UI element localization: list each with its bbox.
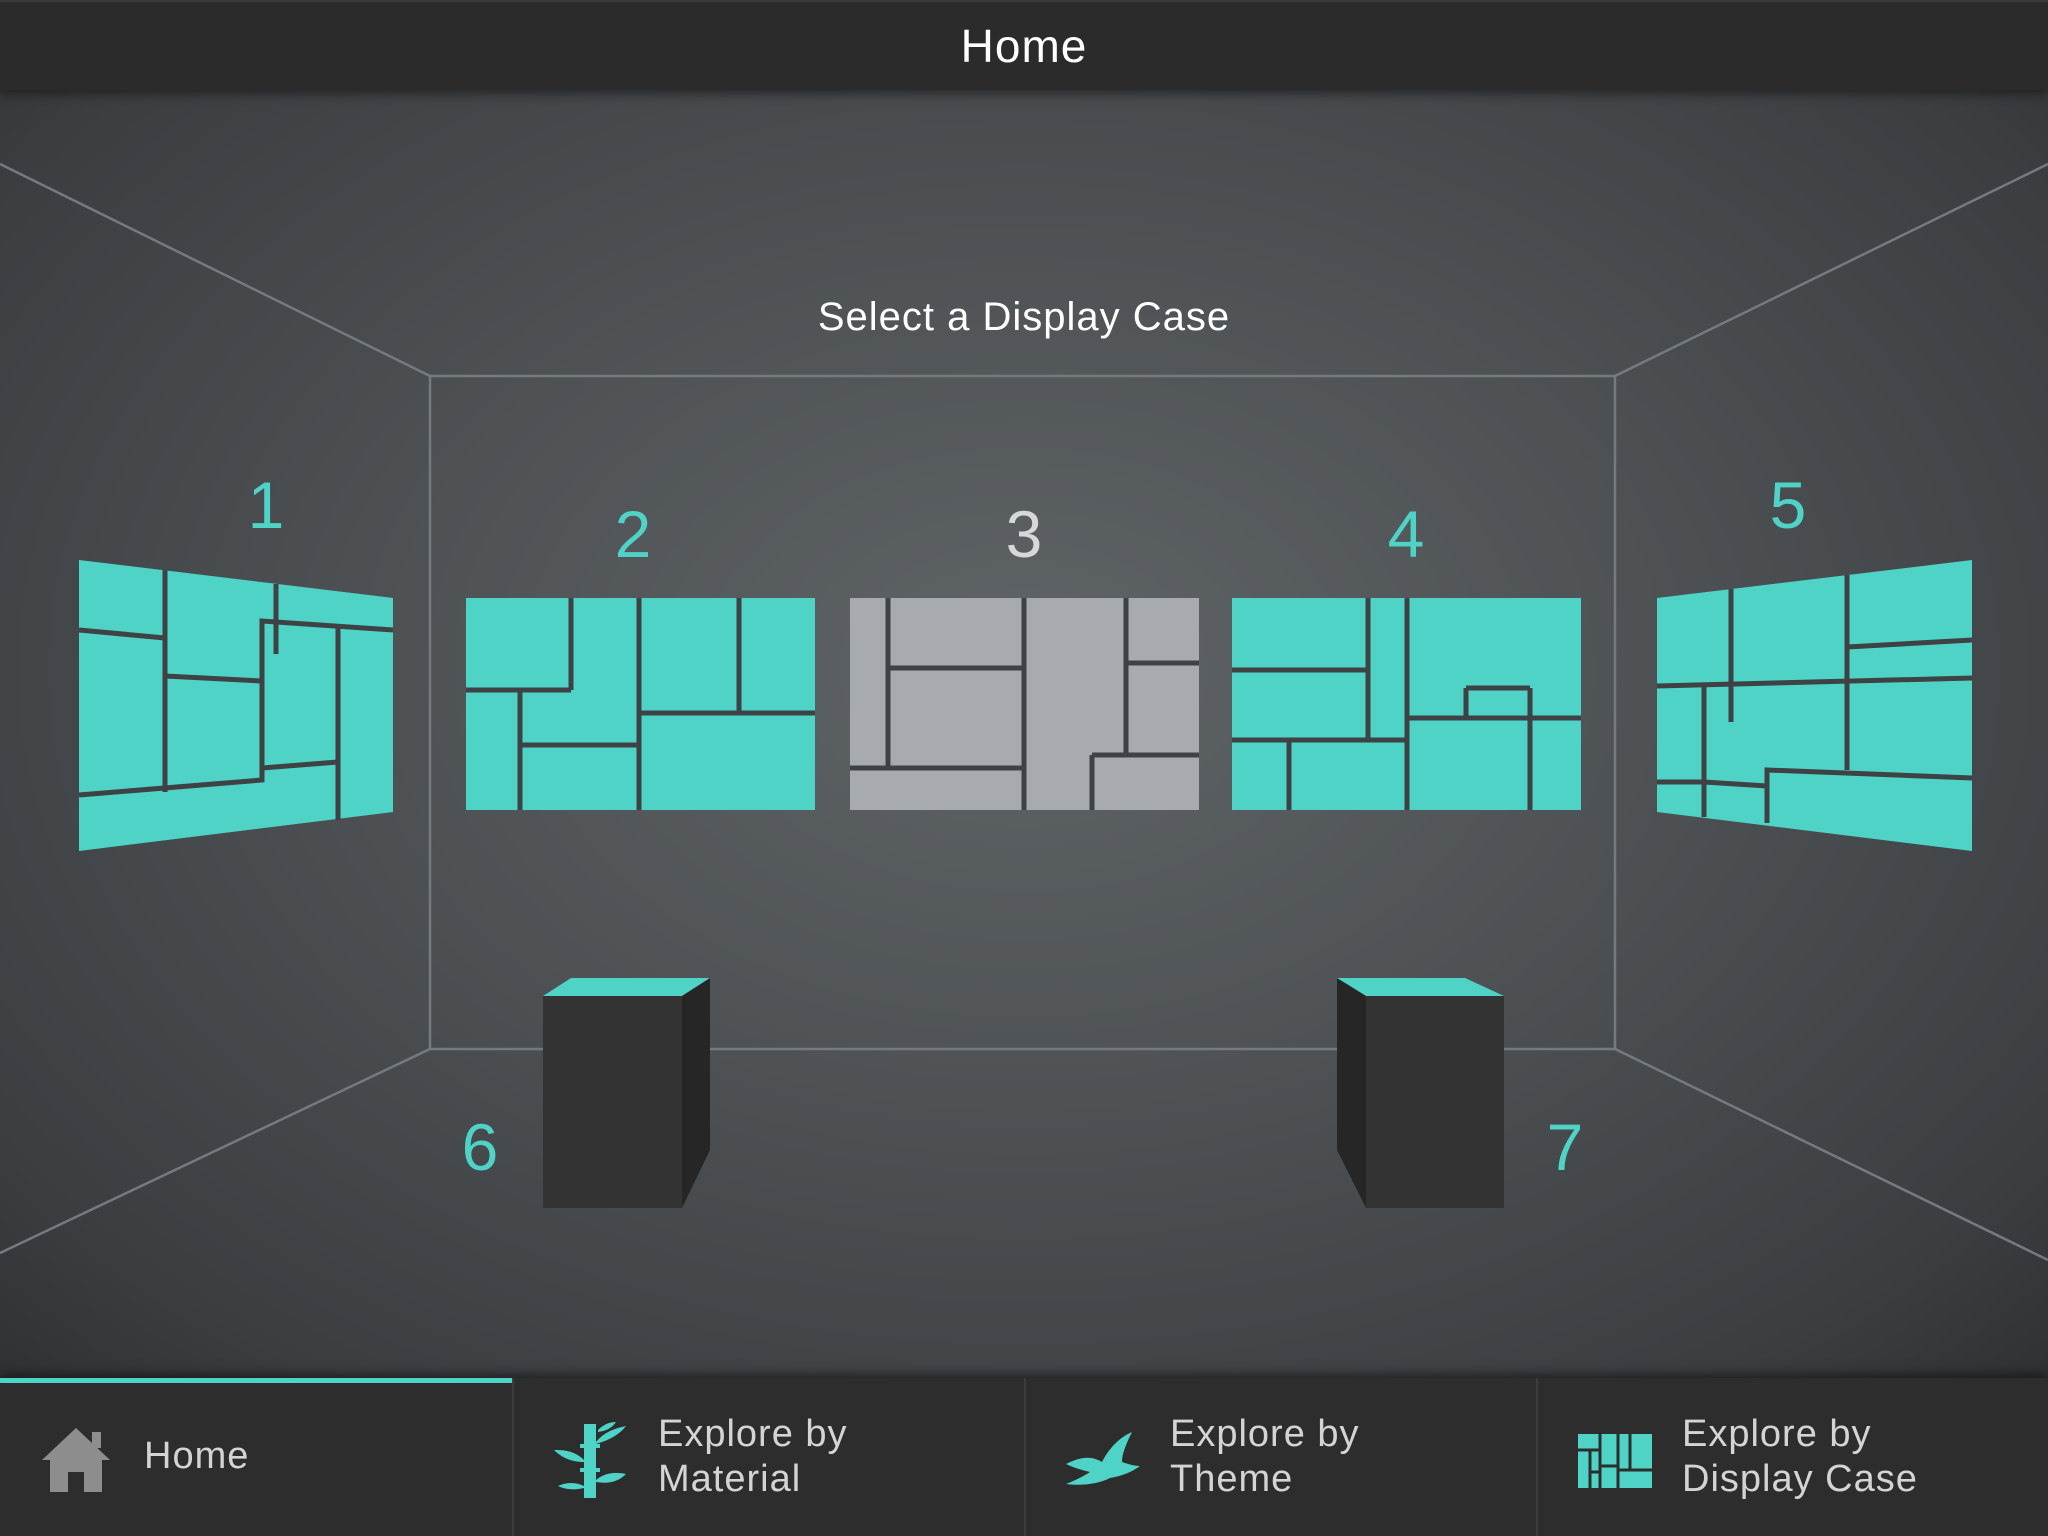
home-icon [42,1428,110,1492]
tab-explore-by-theme-label: Explore by Theme [1170,1413,1360,1500]
bottom-tab-bar: Home Explore by Material Explore by Them… [0,1378,2048,1536]
tab-explore-by-display-case-label: Explore by Display Case [1682,1413,1918,1500]
display-case-5[interactable] [1656,560,1973,851]
bamboo-icon [554,1422,626,1498]
display-case-2[interactable] [466,598,815,810]
tab-home[interactable]: Home [0,1378,512,1536]
tab-explore-by-material-label: Explore by Material [658,1413,848,1500]
room-scene [0,162,2048,1262]
tab-home-label: Home [144,1435,250,1477]
bird-icon [1066,1432,1140,1485]
display-case-grid-icon [1578,1434,1652,1488]
tab-explore-by-display-case[interactable]: Explore by Display Case [1536,1378,2048,1536]
app-window: Home Select a Display Case 1 2 3 4 5 6 7… [0,0,2048,1536]
display-case-1[interactable] [78,560,394,851]
top-bar: Home [0,0,2048,90]
display-case-7-pedestal[interactable] [1337,978,1504,1208]
case-label-3[interactable]: 3 [984,501,1064,567]
display-room: Select a Display Case 1 2 3 4 5 6 7 [0,90,2048,1378]
case-label-2[interactable]: 2 [593,501,673,567]
tab-explore-by-theme[interactable]: Explore by Theme [1024,1378,1536,1536]
ceiling-edge-left [0,162,431,378]
case-label-1[interactable]: 1 [226,472,306,538]
floor-edge-right [1614,1047,2048,1262]
page-title: Home [960,20,1088,72]
case-label-6[interactable]: 6 [440,1114,520,1180]
case-label-4[interactable]: 4 [1366,501,1446,567]
floor-edge-left [0,1047,431,1255]
tab-explore-by-material[interactable]: Explore by Material [512,1378,1024,1536]
select-display-case-prompt: Select a Display Case [817,295,1231,339]
case-label-7[interactable]: 7 [1525,1114,1605,1180]
display-case-3[interactable] [850,598,1199,810]
display-case-6-pedestal[interactable] [543,978,710,1208]
ceiling-edge-right [1614,162,2048,378]
case-label-5[interactable]: 5 [1748,472,1828,538]
display-case-4[interactable] [1232,598,1581,810]
